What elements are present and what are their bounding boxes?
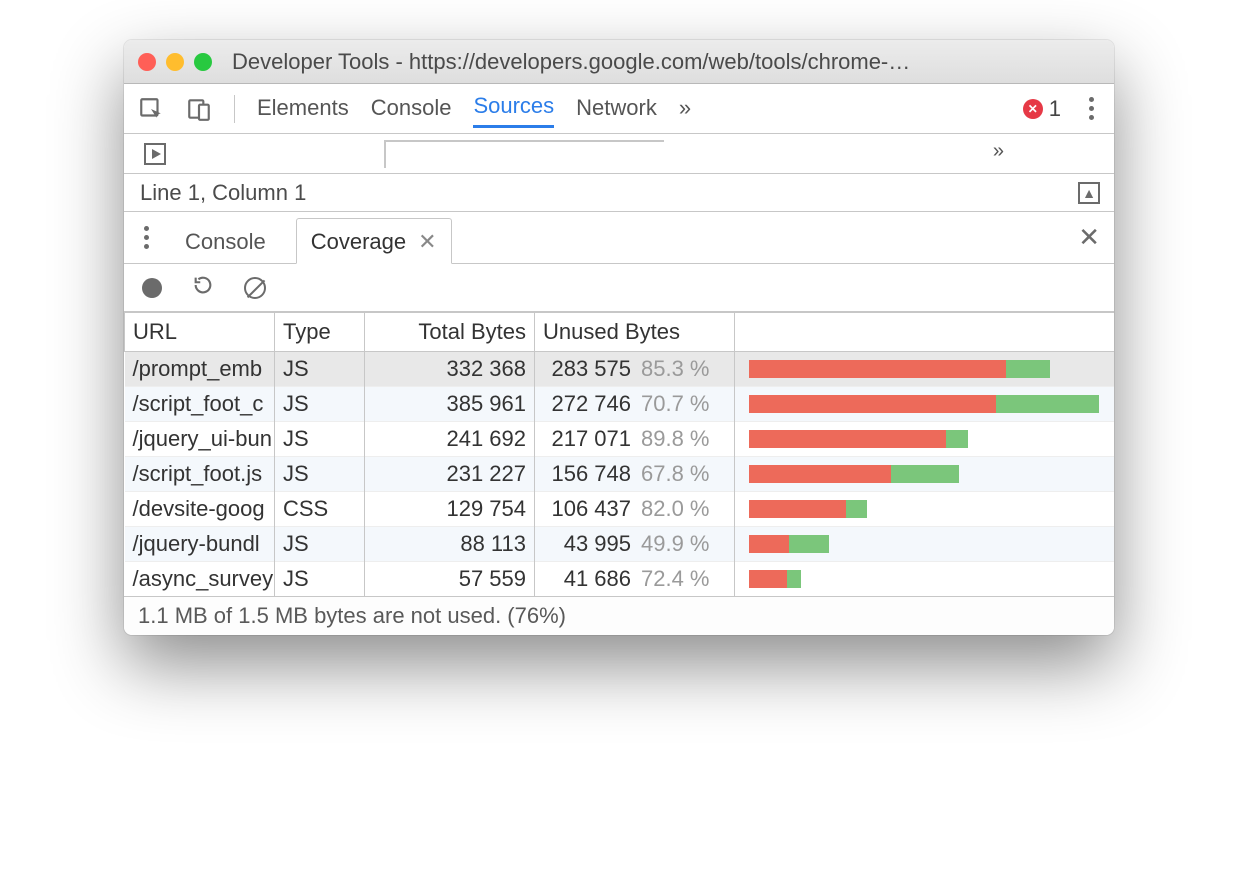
cell-total: 385 961	[365, 387, 535, 422]
sources-subrow: »	[124, 134, 1114, 174]
cell-usage-bar	[735, 352, 1115, 387]
table-row[interactable]: /devsite-googCSS129 754106 43782.0 %	[125, 492, 1115, 527]
close-drawer-icon[interactable]: ✕	[1078, 222, 1100, 253]
cell-usage-bar	[735, 422, 1115, 457]
cell-type: JS	[275, 527, 365, 562]
error-icon	[1023, 99, 1043, 119]
error-count: 1	[1049, 96, 1061, 122]
table-row[interactable]: /prompt_embJS332 368283 57585.3 %	[125, 352, 1115, 387]
cell-unused: 106 43782.0 %	[535, 492, 735, 527]
cell-total: 129 754	[365, 492, 535, 527]
cell-url: /jquery_ui-bun	[125, 422, 275, 457]
table-row[interactable]: /jquery-bundlJS88 11343 99549.9 %	[125, 527, 1115, 562]
partial-box	[384, 140, 664, 168]
devtools-window: Developer Tools - https://developers.goo…	[124, 40, 1114, 635]
cell-unused: 283 57585.3 %	[535, 352, 735, 387]
cell-usage-bar	[735, 492, 1115, 527]
col-header-unused[interactable]: Unused Bytes	[535, 313, 735, 352]
cell-type: JS	[275, 457, 365, 492]
drawer-tab-console[interactable]: Console	[171, 219, 280, 263]
record-icon[interactable]	[142, 278, 162, 298]
cell-unused: 41 68672.4 %	[535, 562, 735, 597]
drawer-menu-button[interactable]	[138, 226, 155, 249]
cell-total: 57 559	[365, 562, 535, 597]
cell-unused: 43 99549.9 %	[535, 527, 735, 562]
tab-sources[interactable]: Sources	[473, 93, 554, 128]
cell-url: /prompt_emb	[125, 352, 275, 387]
clear-icon[interactable]	[244, 277, 266, 299]
cell-url: /async_survey	[125, 562, 275, 597]
cell-type: JS	[275, 352, 365, 387]
close-window-button[interactable]	[138, 53, 156, 71]
table-row[interactable]: /jquery_ui-bunJS241 692217 07189.8 %	[125, 422, 1115, 457]
minimize-window-button[interactable]	[166, 53, 184, 71]
overflow-chevron-icon[interactable]: »	[993, 140, 1004, 163]
cell-url: /devsite-goog	[125, 492, 275, 527]
cursor-position: Line 1, Column 1	[140, 180, 306, 206]
cell-type: JS	[275, 422, 365, 457]
cell-total: 88 113	[365, 527, 535, 562]
cell-type: JS	[275, 387, 365, 422]
cell-url: /script_foot.js	[125, 457, 275, 492]
tab-elements[interactable]: Elements	[257, 95, 349, 127]
cell-usage-bar	[735, 457, 1115, 492]
tab-network[interactable]: Network	[576, 95, 657, 127]
main-tabbar: Elements Console Sources Network » 1	[124, 84, 1114, 134]
tabs-overflow-icon[interactable]: »	[679, 95, 691, 127]
editor-status-bar: Line 1, Column 1 ▲	[124, 174, 1114, 212]
device-toggle-icon[interactable]	[186, 96, 212, 122]
cell-total: 241 692	[365, 422, 535, 457]
cell-usage-bar	[735, 387, 1115, 422]
drawer-tab-coverage[interactable]: Coverage ✕	[296, 218, 452, 264]
cell-total: 231 227	[365, 457, 535, 492]
cell-type: CSS	[275, 492, 365, 527]
cell-type: JS	[275, 562, 365, 597]
tab-console[interactable]: Console	[371, 95, 452, 127]
coverage-toolbar	[124, 264, 1114, 312]
cell-url: /jquery-bundl	[125, 527, 275, 562]
cell-unused: 217 07189.8 %	[535, 422, 735, 457]
drawer-tabbar: Console Coverage ✕ ✕	[124, 212, 1114, 264]
coverage-summary: 1.1 MB of 1.5 MB bytes are not used. (76…	[124, 596, 1114, 635]
reload-icon[interactable]	[192, 274, 214, 302]
divider	[234, 95, 235, 123]
col-header-type[interactable]: Type	[275, 313, 365, 352]
inspect-element-icon[interactable]	[138, 96, 164, 122]
window-titlebar: Developer Tools - https://developers.goo…	[124, 40, 1114, 84]
maximize-window-button[interactable]	[194, 53, 212, 71]
coverage-table: URL Type Total Bytes Unused Bytes /promp…	[124, 312, 1114, 596]
table-row[interactable]: /script_foot.jsJS231 227156 74867.8 %	[125, 457, 1115, 492]
cell-usage-bar	[735, 562, 1115, 597]
cell-unused: 272 74670.7 %	[535, 387, 735, 422]
col-header-url[interactable]: URL	[125, 313, 275, 352]
table-row[interactable]: /script_foot_cJS385 961272 74670.7 %	[125, 387, 1115, 422]
cell-usage-bar	[735, 527, 1115, 562]
close-tab-icon[interactable]: ✕	[418, 229, 436, 255]
navigator-toggle-icon[interactable]	[144, 143, 166, 165]
error-count-badge[interactable]: 1	[1023, 96, 1061, 122]
cell-unused: 156 74867.8 %	[535, 457, 735, 492]
cell-total: 332 368	[365, 352, 535, 387]
drawer-tab-label: Coverage	[311, 229, 406, 255]
col-header-total[interactable]: Total Bytes	[365, 313, 535, 352]
collapse-drawer-icon[interactable]: ▲	[1078, 182, 1100, 204]
table-row[interactable]: /async_surveyJS57 55941 68672.4 %	[125, 562, 1115, 597]
cell-url: /script_foot_c	[125, 387, 275, 422]
main-menu-button[interactable]	[1083, 97, 1100, 120]
window-title: Developer Tools - https://developers.goo…	[232, 49, 1100, 75]
col-header-bar	[735, 313, 1115, 352]
